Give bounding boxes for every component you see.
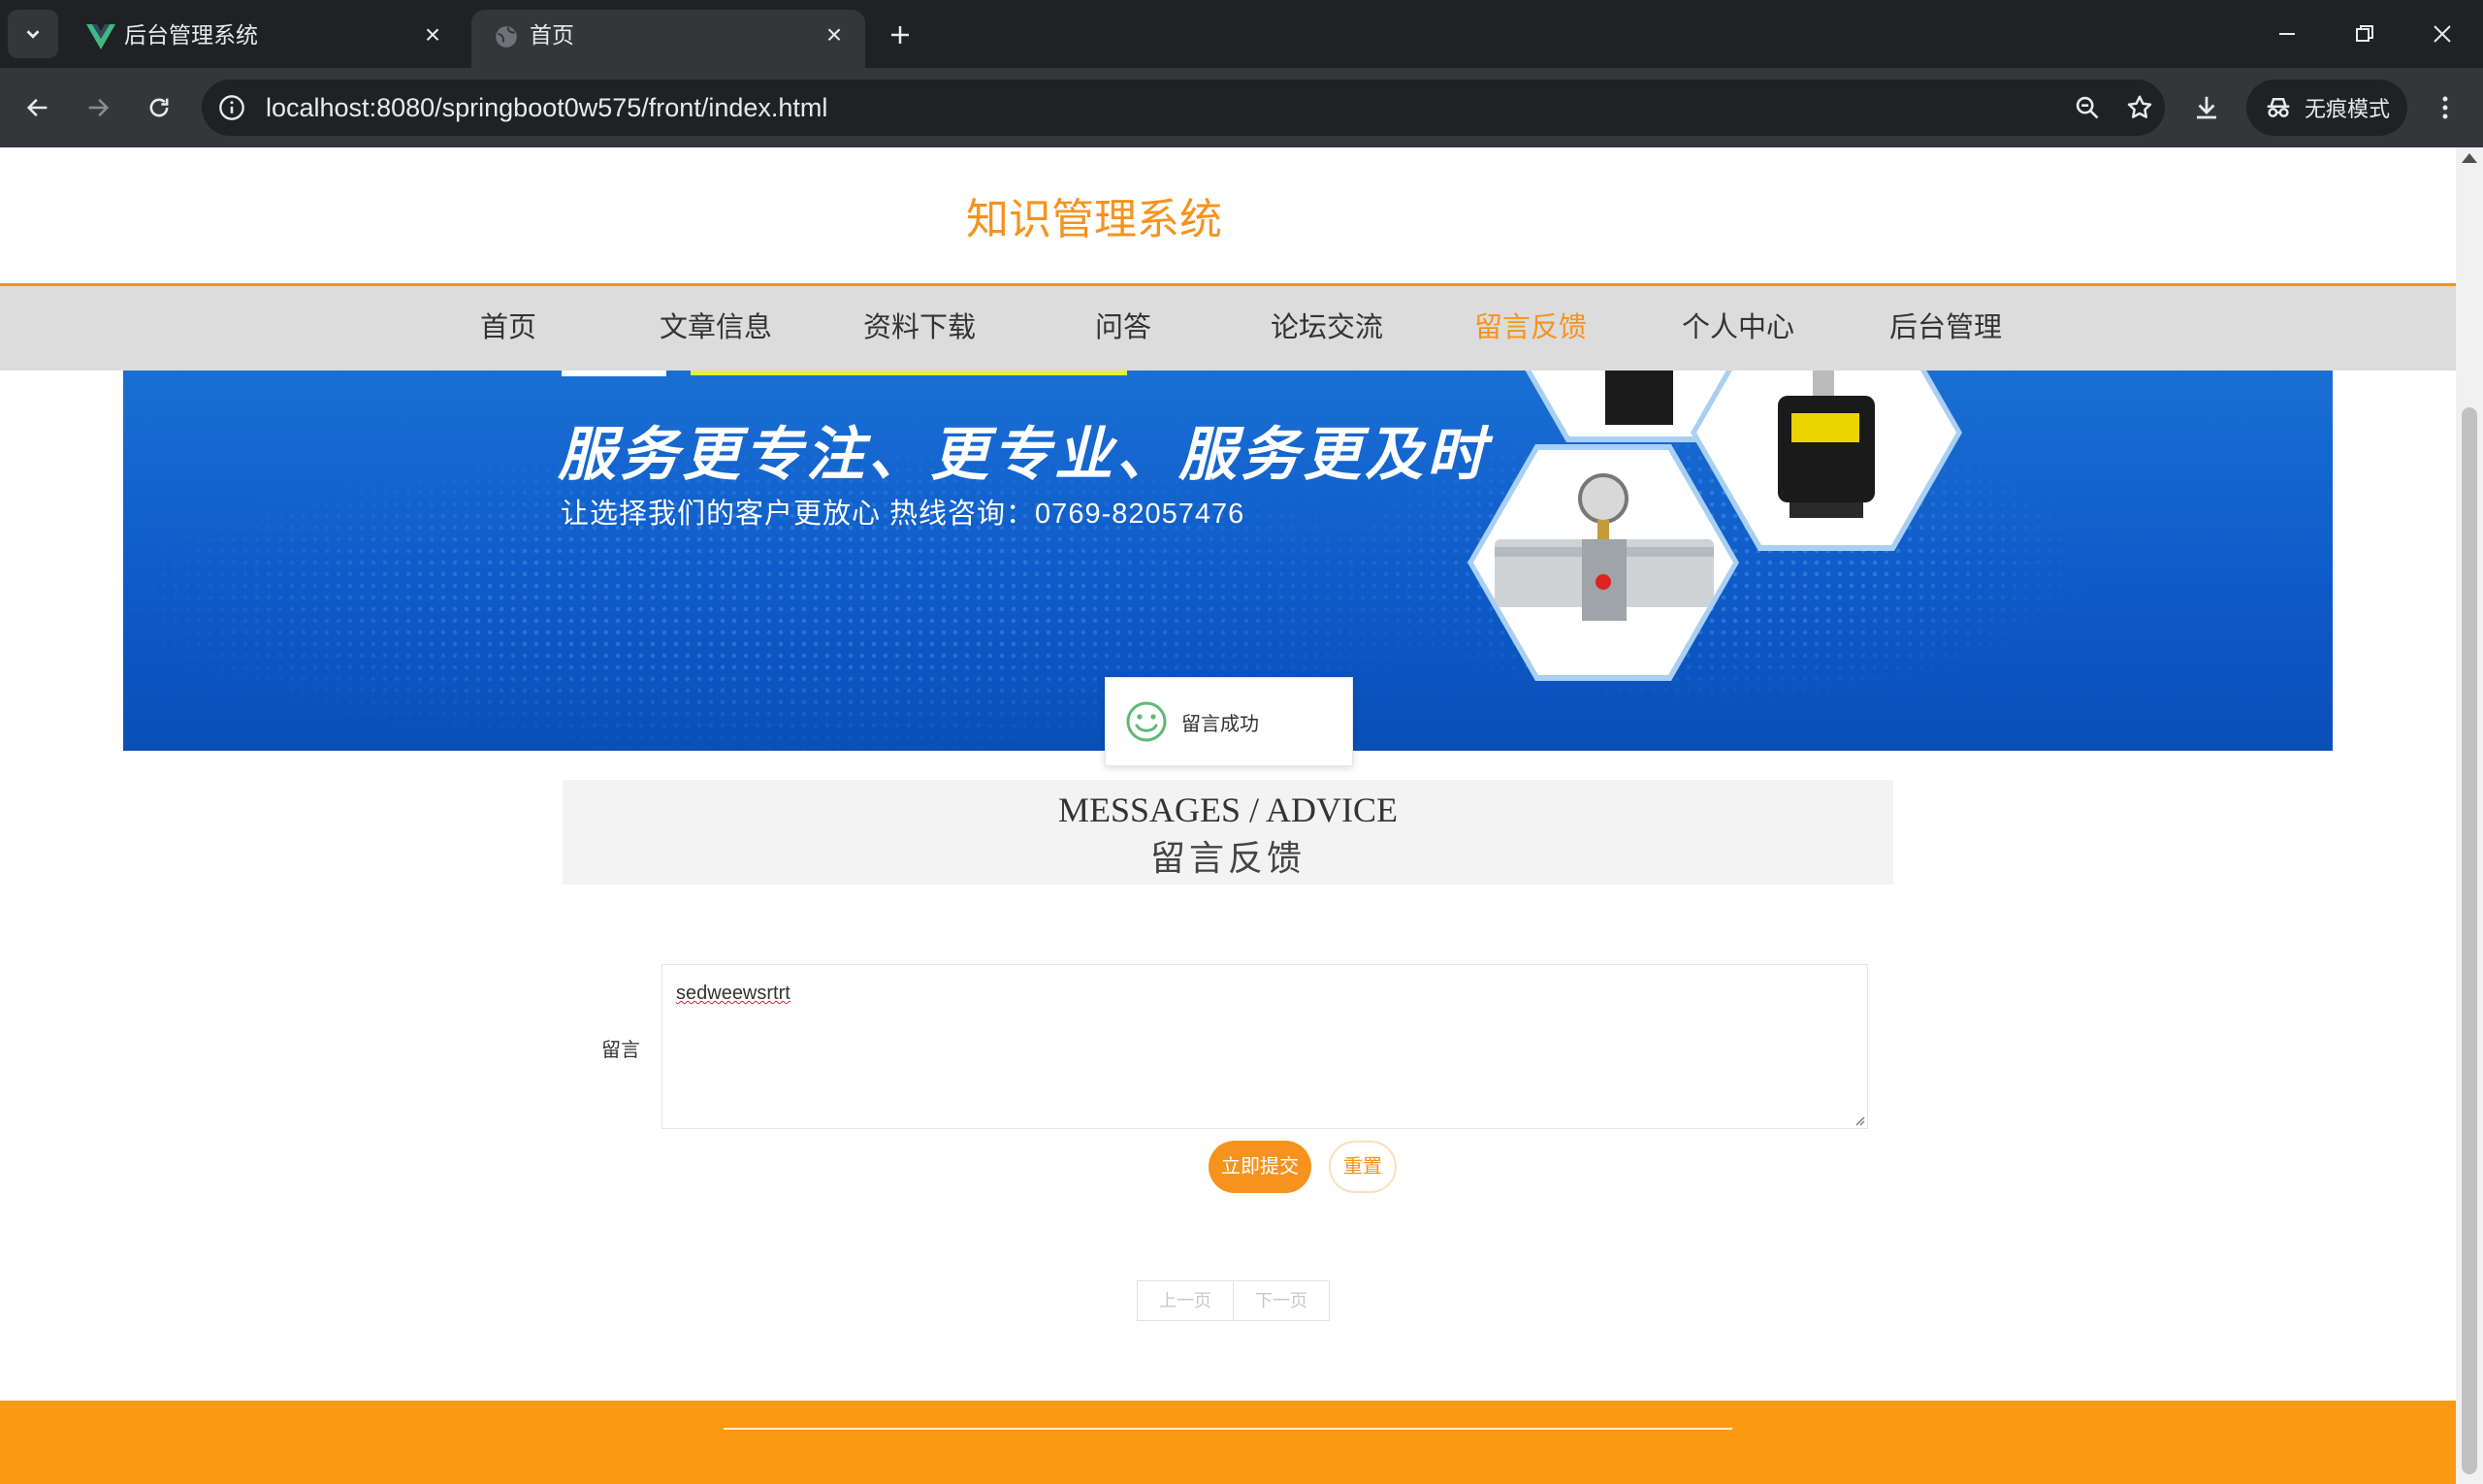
close-tab-icon[interactable]: × (415, 17, 450, 52)
arrow-right-icon (88, 98, 110, 117)
nav-item-feedback[interactable]: 留言反馈 (1474, 286, 1587, 371)
browser-tab-bar: 后台管理系统 × 首页 × (0, 0, 2483, 68)
nav-item-admin[interactable]: 后台管理 (1889, 286, 2002, 371)
bookmark-star-icon[interactable] (2120, 90, 2159, 125)
browser-menu-button[interactable] (2423, 85, 2467, 130)
nav-item-forum[interactable]: 论坛交流 (1271, 286, 1383, 371)
page-scrollbar[interactable] (2456, 147, 2483, 1484)
restore-button[interactable] (2326, 0, 2403, 68)
restore-icon (2356, 25, 2373, 42)
url-text[interactable]: localhost:8080/springboot0w575/front/ind… (266, 80, 827, 136)
message-label: 留言 (601, 1040, 640, 1061)
reload-button[interactable] (137, 85, 181, 130)
prev-page-button[interactable]: 上一页 (1137, 1280, 1234, 1321)
scroll-up-arrow-icon[interactable] (2462, 153, 2477, 163)
zoom-icon[interactable] (2070, 90, 2105, 125)
tab-title: 首页 (530, 22, 574, 48)
vue-logo-icon (85, 21, 116, 52)
browser-tab-admin[interactable]: 后台管理系统 × (66, 10, 464, 68)
nav-item-downloads[interactable]: 资料下载 (863, 286, 976, 371)
download-icon (2197, 96, 2216, 119)
page-viewport: 知识管理系统 首页 文章信息 资料下载 问答 论坛交流 留言反馈 个人中心 后台… (0, 147, 2456, 1484)
arrow-left-icon (26, 98, 48, 117)
site-title: 知识管理系统 (966, 196, 1222, 243)
address-bar[interactable]: localhost:8080/springboot0w575/front/ind… (202, 80, 2165, 136)
forward-button[interactable] (76, 85, 120, 130)
nav-item-home[interactable]: 首页 (480, 286, 536, 371)
close-icon (2434, 25, 2451, 43)
close-tab-icon[interactable]: × (817, 17, 852, 52)
nav-item-articles[interactable]: 文章信息 (660, 286, 772, 371)
message-value: sedweewsrtrt (676, 983, 790, 1004)
tab-search-button[interactable] (8, 10, 58, 58)
close-window-button[interactable] (2403, 0, 2481, 68)
reset-button[interactable]: 重置 (1329, 1141, 1397, 1193)
incognito-label: 无痕模式 (2305, 97, 2391, 121)
footer-divider (724, 1428, 1732, 1430)
browser-tab-home[interactable]: 首页 × (471, 10, 865, 68)
tab-title: 后台管理系统 (124, 22, 258, 48)
back-button[interactable] (16, 85, 60, 130)
incognito-indicator[interactable]: 无痕模式 (2246, 80, 2407, 136)
site-info-icon[interactable] (215, 91, 248, 124)
pagination: 上一页 下一页 (1137, 1280, 1330, 1321)
browser-toolbar: localhost:8080/springboot0w575/front/ind… (0, 68, 2483, 147)
next-page-button[interactable]: 下一页 (1234, 1280, 1330, 1321)
success-toast: 留言成功 (1105, 677, 1353, 766)
minimize-icon (2279, 33, 2295, 35)
site-header: 知识管理系统 (0, 147, 2456, 283)
url-host: localhost (266, 93, 370, 122)
new-tab-button[interactable] (877, 12, 923, 58)
reload-icon (149, 98, 169, 117)
chevron-down-icon (26, 30, 40, 39)
site-footer (0, 1401, 2456, 1484)
banner-headline: 服务更专注、更专业、服务更及时 (558, 422, 1489, 487)
submit-button[interactable]: 立即提交 (1209, 1141, 1311, 1193)
scrollbar-thumb[interactable] (2462, 407, 2477, 1474)
nav-item-profile[interactable]: 个人中心 (1682, 286, 1794, 371)
section-header: MESSAGES / ADVICE 留言反馈 (563, 780, 1893, 885)
more-vertical-icon (2442, 96, 2448, 119)
plus-icon (891, 26, 909, 44)
toast-message: 留言成功 (1181, 713, 1259, 735)
section-title-cn: 留言反馈 (1149, 839, 1306, 878)
smile-icon (1126, 701, 1167, 742)
nav-item-qa[interactable]: 问答 (1095, 286, 1151, 371)
message-textarea[interactable]: sedweewsrtrt (661, 964, 1868, 1129)
banner-decor (608, 371, 666, 376)
url-path: :8080/springboot0w575/front/index.html (369, 93, 828, 122)
resize-grip-icon[interactable] (1854, 1114, 1865, 1126)
minimize-button[interactable] (2248, 0, 2326, 68)
banner-decor (691, 371, 1127, 375)
banner-subline: 让选择我们的客户更放心 热线咨询：0769-82057476 (561, 499, 1245, 530)
globe-icon (491, 21, 522, 52)
incognito-icon (2262, 91, 2295, 124)
downloads-button[interactable] (2184, 85, 2229, 130)
main-nav: 首页 文章信息 资料下载 问答 论坛交流 留言反馈 个人中心 后台管理 (0, 283, 2456, 371)
section-title-en: MESSAGES / ADVICE (1057, 790, 1399, 829)
